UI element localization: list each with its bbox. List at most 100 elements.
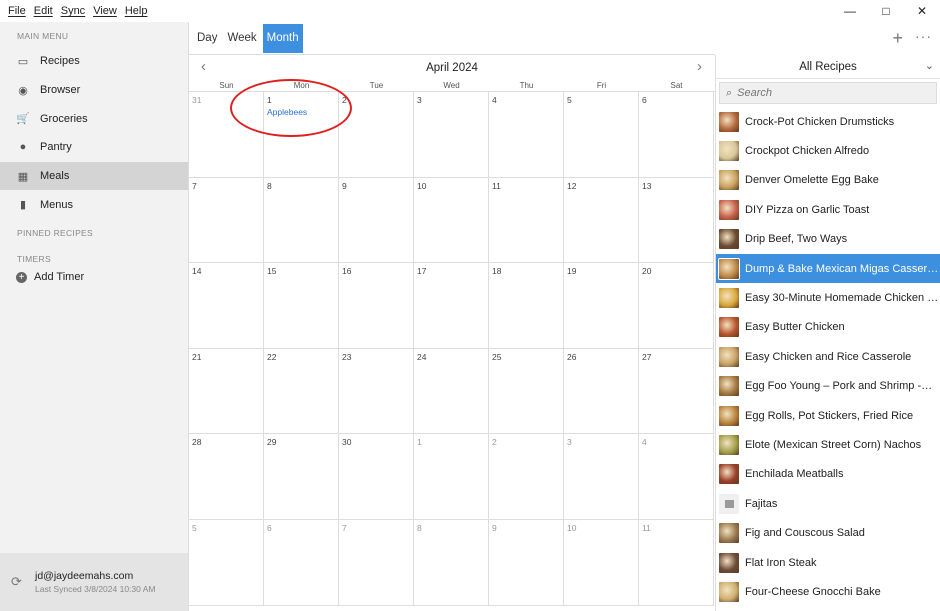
day-number: 7	[192, 180, 197, 191]
tab-month[interactable]: Month	[262, 23, 303, 53]
day-cell[interactable]: 4	[639, 434, 714, 520]
menu-item-sync[interactable]: Sync	[57, 5, 89, 17]
day-number: 30	[342, 437, 352, 448]
recipe-list-item[interactable]: Dump & Bake Mexican Migas Casserole	[716, 253, 940, 284]
day-cell[interactable]: 8	[414, 519, 489, 606]
tablet-icon: ▭	[17, 55, 29, 68]
menu-item-help[interactable]: Help	[121, 5, 152, 17]
search-icon: ⌕	[726, 86, 733, 99]
sidebar-item-browser[interactable]: ◉ Browser	[0, 76, 188, 105]
menu-item-file[interactable]: File	[4, 5, 30, 17]
day-cell[interactable]: 23	[339, 348, 414, 435]
recipe-list-item[interactable]: Easy 30-Minute Homemade Chicken Noodle S…	[716, 283, 940, 312]
recipe-list-item[interactable]: DIY Pizza on Garlic Toast	[716, 195, 940, 224]
day-cell[interactable]: 10	[414, 177, 489, 264]
day-cell[interactable]: 12	[564, 177, 639, 264]
day-cell[interactable]: 2	[489, 434, 564, 520]
next-month-icon[interactable]: ›	[697, 58, 702, 75]
more-options-icon[interactable]: ···	[915, 28, 932, 44]
day-cell[interactable]: 21	[189, 348, 264, 435]
day-cell[interactable]: 26	[564, 348, 639, 435]
day-cell[interactable]: 20	[639, 263, 714, 349]
close-button[interactable]: ✕	[904, 0, 940, 22]
account-panel[interactable]: ⟳ jd@jaydeemahs.com Last Synced 3/8/2024…	[0, 553, 188, 611]
day-cell[interactable]: 11	[639, 519, 714, 606]
day-cell[interactable]: 27	[639, 348, 714, 435]
day-number: 6	[267, 522, 272, 533]
sidebar-item-label: Groceries	[40, 112, 88, 125]
day-cell[interactable]: 10	[564, 519, 639, 606]
day-cell[interactable]: 4	[489, 92, 564, 178]
recipe-filter-label: All Recipes	[799, 60, 857, 73]
recipe-list-item[interactable]: Egg Foo Young – Pork and Shrimp -Chinese…	[716, 372, 940, 401]
recipe-list-item[interactable]: Fig and Couscous Salad	[716, 518, 940, 547]
tab-day[interactable]: Day	[193, 24, 221, 53]
day-cell[interactable]: 5	[189, 519, 264, 606]
recipe-list-item[interactable]: Enchilada Meatballs	[716, 460, 940, 489]
sidebar-item-groceries[interactable]: 🛒 Groceries	[0, 104, 188, 133]
recipe-list-item[interactable]: Easy Butter Chicken	[716, 313, 940, 342]
day-cell[interactable]: 3	[414, 92, 489, 178]
day-cell[interactable]: 13	[639, 177, 714, 264]
day-cell[interactable]: 1 Applebees	[264, 92, 339, 178]
day-cell[interactable]: 6	[639, 92, 714, 178]
day-cell[interactable]: 18	[489, 263, 564, 349]
tab-week[interactable]: Week	[223, 24, 260, 53]
day-cell[interactable]: 24	[414, 348, 489, 435]
sidebar-item-recipes[interactable]: ▭ Recipes	[0, 47, 188, 76]
day-number: 8	[267, 180, 272, 191]
menu-bar: File Edit Sync View Help — □ ✕	[0, 0, 940, 22]
recipe-name: Enchilada Meatballs	[745, 468, 844, 481]
recipe-list-item[interactable]: Elote (Mexican Street Corn) Nachos	[716, 430, 940, 459]
day-cell[interactable]: 8	[264, 177, 339, 264]
sidebar-item-menus[interactable]: ▮ Menus	[0, 190, 188, 219]
recipe-name: Denver Omelette Egg Bake	[745, 174, 879, 187]
day-cell[interactable]: 17	[414, 263, 489, 349]
search-input[interactable]	[737, 87, 928, 99]
day-cell[interactable]: 2	[339, 92, 414, 178]
menu-item-view[interactable]: View	[89, 5, 121, 17]
sidebar-item-meals[interactable]: ▦ Meals	[0, 161, 188, 191]
sync-icon: ⟳	[11, 574, 22, 589]
day-cell[interactable]: 9	[339, 177, 414, 264]
recipe-list-item[interactable]: Crockpot Chicken Alfredo	[716, 136, 940, 165]
day-cell[interactable]: 22	[264, 348, 339, 435]
day-cell[interactable]: 7	[189, 177, 264, 264]
day-cell[interactable]: 25	[489, 348, 564, 435]
day-cell[interactable]: 19	[564, 263, 639, 349]
day-cell[interactable]: 31	[189, 92, 264, 178]
day-cell[interactable]: 11	[489, 177, 564, 264]
recipe-list-item[interactable]: Easy Chicken and Rice Casserole	[716, 342, 940, 371]
recipe-list-item[interactable]: Denver Omelette Egg Bake	[716, 166, 940, 195]
minimize-button[interactable]: —	[832, 0, 868, 22]
sidebar-item-pantry[interactable]: ● Pantry	[0, 133, 188, 162]
recipe-filter-dropdown[interactable]: All Recipes ⌄	[716, 55, 940, 79]
recipe-list-item[interactable]: Drip Beef, Two Ways	[716, 225, 940, 254]
day-cell[interactable]: 1	[414, 434, 489, 520]
recipe-thumbnail	[719, 141, 739, 162]
day-cell[interactable]: 28	[189, 434, 264, 520]
recipe-list-item[interactable]: Flat Iron Steak	[716, 548, 940, 577]
recipe-list-item[interactable]: Egg Rolls, Pot Stickers, Fried Rice	[716, 401, 940, 430]
day-cell[interactable]: 3	[564, 434, 639, 520]
maximize-button[interactable]: □	[868, 0, 904, 22]
day-cell[interactable]: 30	[339, 434, 414, 520]
day-cell[interactable]: 6	[264, 519, 339, 606]
book-icon: ▮	[19, 199, 27, 212]
day-cell[interactable]: 29	[264, 434, 339, 520]
recipe-list-item[interactable]: Crock-Pot Chicken Drumsticks	[716, 107, 940, 136]
day-cell[interactable]: 9	[489, 519, 564, 606]
day-cell[interactable]: 5	[564, 92, 639, 178]
recipe-thumbnail	[718, 257, 740, 280]
day-cell[interactable]: 15	[264, 263, 339, 349]
day-cell[interactable]: 7	[339, 519, 414, 606]
add-icon[interactable]: +	[892, 28, 903, 49]
day-cell[interactable]: 14	[189, 263, 264, 349]
add-timer-button[interactable]: + Add Timer	[0, 266, 188, 288]
meal-event[interactable]: Applebees	[267, 107, 335, 117]
menu-item-edit[interactable]: Edit	[30, 5, 57, 17]
recipe-list-item[interactable]: Fajitas	[716, 489, 940, 518]
recipe-list-item[interactable]: Four-Cheese Gnocchi Bake	[716, 577, 940, 606]
sidebar-item-label: Meals	[40, 170, 70, 183]
day-cell[interactable]: 16	[339, 263, 414, 349]
